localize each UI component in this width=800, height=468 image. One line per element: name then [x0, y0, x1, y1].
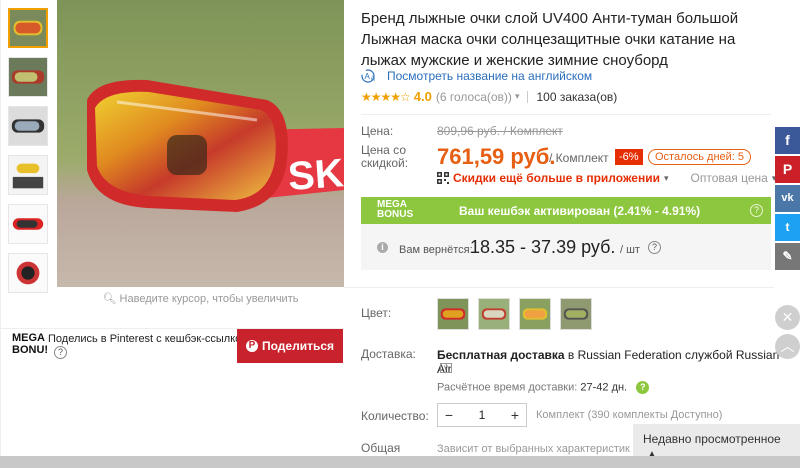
help-icon[interactable]: ?	[750, 204, 763, 217]
quantity-stepper: − +	[437, 403, 527, 427]
color-swatch-3[interactable]	[519, 298, 551, 330]
mega-bonus-line2: BONU!	[12, 344, 49, 356]
close-icon[interactable]: ✕	[775, 305, 800, 330]
pinterest-share-text: Поделись в Pinterest с кешбэк-ссылкой	[48, 333, 248, 345]
pinterest-icon[interactable]: P	[775, 156, 800, 183]
social-share-bar: f P vk t ✎	[775, 127, 800, 272]
divider	[344, 287, 774, 288]
pinterest-share-button[interactable]: P Поделиться	[237, 329, 343, 363]
zoom-hint-text: Наведите курсор, чтобы увеличить	[119, 293, 299, 305]
translate-link[interactable]: Посмотреть название на английском	[387, 69, 592, 83]
color-swatch-2[interactable]	[478, 298, 510, 330]
svg-text:й: й	[371, 75, 375, 83]
magnifier-icon: 🔍︎	[102, 293, 117, 305]
delivery-estimate-label: Расчётное время доставки:	[437, 381, 578, 394]
wholesale-price-link[interactable]: Оптовая цена	[691, 171, 768, 185]
shipping-dropdown[interactable]: v	[440, 363, 452, 373]
divider	[361, 114, 771, 115]
color-swatch-4[interactable]	[560, 298, 592, 330]
pinterest-share-label: Поделиться	[261, 339, 335, 353]
color-label: Цвет:	[361, 306, 392, 320]
rating-row: ★★★★☆ 4.0 (6 голоса(ов)) ▾ 100 заказа(ов…	[361, 89, 617, 104]
quantity-decrease-button[interactable]: −	[438, 404, 460, 426]
main-product-image[interactable]: SK	[57, 0, 344, 287]
quantity-increase-button[interactable]: +	[504, 404, 526, 426]
thumbnail-6[interactable]	[8, 253, 48, 293]
qr-code-icon	[437, 172, 449, 184]
facebook-icon[interactable]: f	[775, 127, 800, 154]
chevron-down-icon[interactable]: ▾	[515, 91, 520, 102]
thumbnail-list	[8, 8, 50, 302]
price-unit: / Комплект	[549, 151, 609, 165]
thumbnail-4[interactable]	[8, 155, 48, 195]
refund-unit: / шт	[620, 244, 640, 256]
thumbnail-1[interactable]	[8, 8, 48, 48]
quantity-input[interactable]	[460, 408, 504, 422]
discount-price-label-line2: скидкой:	[361, 156, 409, 170]
translate-icon: Aй	[361, 69, 381, 83]
discount-badge: -6%	[615, 149, 643, 165]
total-note: Зависит от выбранных характеристик	[437, 443, 630, 455]
days-left-badge: Осталось дней: 5	[648, 149, 752, 165]
discount-price-label: Цена со скидкой:	[361, 144, 408, 170]
cashback-text: Ваш кешбэк активирован (2.41% - 4.91%)	[459, 204, 701, 218]
thumbnail-5[interactable]	[8, 204, 48, 244]
delivery-estimate-value: 27-42 дн.	[580, 381, 628, 394]
horizontal-scrollbar[interactable]	[0, 456, 800, 468]
translate-link-row[interactable]: Aй Посмотреть название на английском	[361, 69, 592, 83]
color-swatches	[437, 298, 592, 330]
recently-viewed-label: Недавно просмотренное	[643, 432, 781, 446]
left-border	[0, 0, 1, 468]
mega-bonus-logo: MEGA BONUS	[377, 200, 413, 220]
zoom-hint: 🔍︎ Наведите курсор, чтобы увеличить	[57, 292, 344, 305]
thumbnail-3[interactable]	[8, 106, 48, 146]
divider	[527, 90, 529, 103]
app-discount-row: Скидки ещё больше в приложении ▾ Оптовая…	[437, 171, 776, 185]
svg-text:A: A	[365, 72, 371, 81]
orders-count: 100 заказа(ов)	[536, 89, 618, 104]
help-icon[interactable]: ?	[54, 346, 67, 359]
recently-viewed-button[interactable]: Недавно просмотренное ▲	[633, 424, 800, 460]
total-label: Общая	[361, 441, 401, 455]
svg-text:SK: SK	[287, 151, 344, 199]
mega-bonus-line2: BONUS	[377, 209, 414, 220]
chevron-down-icon[interactable]: ▾	[664, 173, 669, 184]
shipping-info: Бесплатная доставка в Russian Federation…	[437, 348, 782, 376]
quantity-label: Количество:	[361, 409, 429, 423]
rating-stars: ★★★★☆	[361, 89, 411, 104]
mega-bonus-logo: MEGA BONU!	[12, 332, 48, 356]
scroll-up-icon[interactable]: ︿	[775, 334, 800, 359]
pinterest-share-row: MEGA BONU! Поделись в Pinterest с кешбэк…	[0, 328, 344, 363]
rating-value: 4.0	[413, 89, 432, 104]
current-price: 761,59 руб.	[437, 144, 556, 169]
quantity-availability: Комплект (390 комплекты Доступно)	[536, 409, 723, 421]
old-price: 809,96 руб. / Комплект	[437, 124, 563, 138]
mega-bonus-line1: MEGA	[12, 332, 45, 344]
help-icon[interactable]: ?	[636, 381, 650, 394]
app-discount-link[interactable]: Скидки ещё больше в приложении	[453, 171, 660, 185]
free-shipping-text: Бесплатная доставка	[437, 348, 568, 362]
info-icon: i	[377, 242, 388, 253]
refund-label: Вам вернётся:	[399, 244, 473, 256]
refund-panel: i Вам вернётся: 18.35 - 37.39 руб. / шт …	[361, 224, 771, 270]
cashback-banner: MEGA BONUS Ваш кешбэк активирован (2.41%…	[361, 197, 771, 224]
color-swatch-1[interactable]	[437, 298, 469, 330]
votes-link[interactable]: (6 голоса(ов))	[436, 90, 512, 104]
thumbnail-2[interactable]	[8, 57, 48, 97]
delivery-estimate: Расчётное время доставки: 27-42 дн. ?	[437, 381, 650, 394]
pinterest-icon: P	[245, 340, 258, 352]
vk-icon[interactable]: vk	[775, 185, 800, 212]
help-icon[interactable]: ?	[648, 241, 661, 254]
edit-icon[interactable]: ✎	[775, 243, 800, 270]
twitter-icon[interactable]: t	[775, 214, 800, 241]
shipping-label: Доставка:	[361, 347, 416, 361]
price-label: Цена:	[361, 124, 394, 138]
product-title: Бренд лыжные очки слой UV400 Анти-туман …	[361, 10, 739, 69]
refund-value: 18.35 - 37.39 руб.	[470, 237, 616, 257]
